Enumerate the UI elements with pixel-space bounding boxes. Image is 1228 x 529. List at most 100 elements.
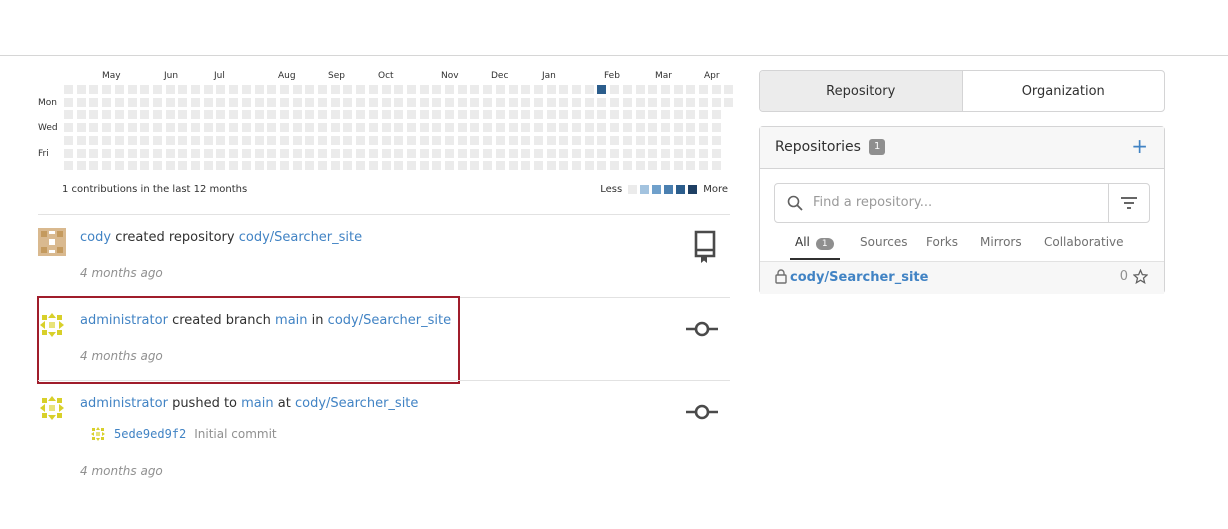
heatmap-cell	[660, 85, 670, 94]
heatmap-cell	[648, 148, 658, 158]
avatar[interactable]	[38, 228, 66, 256]
heatmap-cell	[254, 85, 264, 94]
heatmap-cell	[394, 148, 404, 158]
heatmap-cell	[254, 123, 264, 133]
heatmap-cell	[152, 148, 162, 158]
heatmap-cell	[241, 85, 251, 94]
heatmap-cell	[419, 135, 429, 145]
filter-tab-mirrors[interactable]: Mirrors	[980, 235, 1022, 249]
heatmap-cell	[229, 148, 239, 158]
heatmap-cell	[724, 85, 734, 94]
avatar[interactable]	[38, 394, 66, 422]
heatmap-cell	[419, 148, 429, 158]
heatmap-cell	[140, 161, 150, 171]
heatmap-cell	[622, 161, 632, 171]
heatmap-cell	[686, 135, 696, 145]
heatmap-cell	[648, 97, 658, 107]
heatmap-cell	[508, 148, 518, 158]
heatmap-cell	[445, 85, 454, 94]
heatmap-cell	[254, 135, 264, 145]
heatmap-cell	[89, 135, 99, 145]
action-text: created repository	[115, 230, 235, 245]
heatmap-cell	[178, 161, 188, 171]
day-label: Fri	[38, 149, 49, 159]
search-input[interactable]: Find a repository...	[813, 195, 932, 210]
legend-swatch	[688, 185, 698, 194]
heatmap-legend: Less More	[600, 184, 728, 195]
heatmap-cell	[178, 85, 188, 94]
heatmap-cell	[76, 135, 86, 145]
heatmap-cell	[445, 135, 454, 145]
heatmap-cell	[89, 97, 99, 107]
heatmap-cell	[216, 148, 226, 158]
heatmap-cell	[686, 97, 696, 107]
repository-row[interactable]: cody/Searcher_site 0	[760, 261, 1164, 294]
heatmap-cell	[610, 97, 620, 107]
heatmap-cell	[483, 85, 493, 94]
heatmap-cell	[508, 85, 518, 94]
heatmap-cell	[267, 97, 277, 107]
heatmap-cell	[343, 123, 353, 133]
heatmap-cell	[635, 97, 645, 107]
heatmap-cell	[406, 148, 416, 158]
heatmap-cell	[406, 161, 416, 171]
heatmap-cell	[394, 123, 404, 133]
heatmap-cell	[711, 123, 721, 133]
heatmap-cell	[64, 161, 73, 171]
user-link[interactable]: administrator	[80, 396, 168, 411]
heatmap-cell	[432, 148, 442, 158]
heatmap-cell	[648, 161, 658, 171]
heatmap-cell	[457, 161, 467, 171]
legend-swatch	[664, 185, 674, 194]
heatmap-cell	[686, 123, 696, 133]
heatmap-cell	[330, 97, 340, 107]
tab-repository[interactable]: Repository	[760, 71, 963, 111]
heatmap-cell	[279, 123, 289, 133]
contribution-count: 1 contributions in the last 12 months	[62, 184, 248, 195]
heatmap-cell	[191, 161, 200, 171]
heatmap-cell	[572, 148, 581, 158]
heatmap-cell	[140, 85, 150, 94]
repo-link[interactable]: cody/Searcher_site	[239, 230, 362, 245]
heatmap-cell	[330, 135, 340, 145]
heatmap-cell	[610, 135, 620, 145]
filter-tab-all[interactable]: All 1	[795, 235, 834, 250]
star-icon[interactable]	[1133, 269, 1148, 284]
heatmap-cell	[559, 97, 569, 107]
heatmap-cell	[368, 148, 378, 158]
repository-link[interactable]: cody/Searcher_site	[790, 270, 928, 285]
branch-link[interactable]: main	[241, 396, 273, 411]
heatmap-cell	[419, 123, 429, 133]
legend-swatch	[640, 185, 650, 194]
filter-tab-forks[interactable]: Forks	[926, 235, 958, 249]
user-link[interactable]: cody	[80, 230, 111, 245]
heatmap-cell	[546, 161, 556, 171]
heatmap-cell	[178, 148, 188, 158]
filter-tab-collaborative[interactable]: Collaborative	[1044, 235, 1124, 249]
heatmap-cell	[711, 97, 721, 107]
month-label: Sep	[328, 71, 345, 81]
repo-link[interactable]: cody/Searcher_site	[295, 396, 418, 411]
commit-avatar	[90, 426, 106, 442]
heatmap-cell	[368, 135, 378, 145]
heatmap-cell	[76, 161, 86, 171]
active-tab-underline	[790, 258, 840, 260]
filter-button[interactable]	[1108, 184, 1149, 222]
heatmap-cell	[559, 110, 569, 120]
heatmap-cell	[152, 97, 162, 107]
commit-entry: 5ede9ed9f2 Initial commit	[90, 426, 277, 442]
heatmap-cell	[584, 97, 594, 107]
heatmap-cell	[495, 85, 505, 94]
commit-sha-link[interactable]: 5ede9ed9f2	[114, 427, 186, 441]
heatmap-cell	[521, 85, 531, 94]
heatmap-cell	[64, 135, 73, 145]
tab-organization[interactable]: Organization	[963, 71, 1165, 111]
filter-tab-sources[interactable]: Sources	[860, 235, 907, 249]
heatmap-cell	[229, 161, 239, 171]
heatmap-cell	[483, 123, 493, 133]
heatmap-cell	[216, 85, 226, 94]
heatmap-cell	[203, 85, 213, 94]
add-repository-button[interactable]: +	[1131, 134, 1148, 158]
heatmap-cell	[318, 85, 327, 94]
git-commit-icon	[686, 321, 718, 337]
